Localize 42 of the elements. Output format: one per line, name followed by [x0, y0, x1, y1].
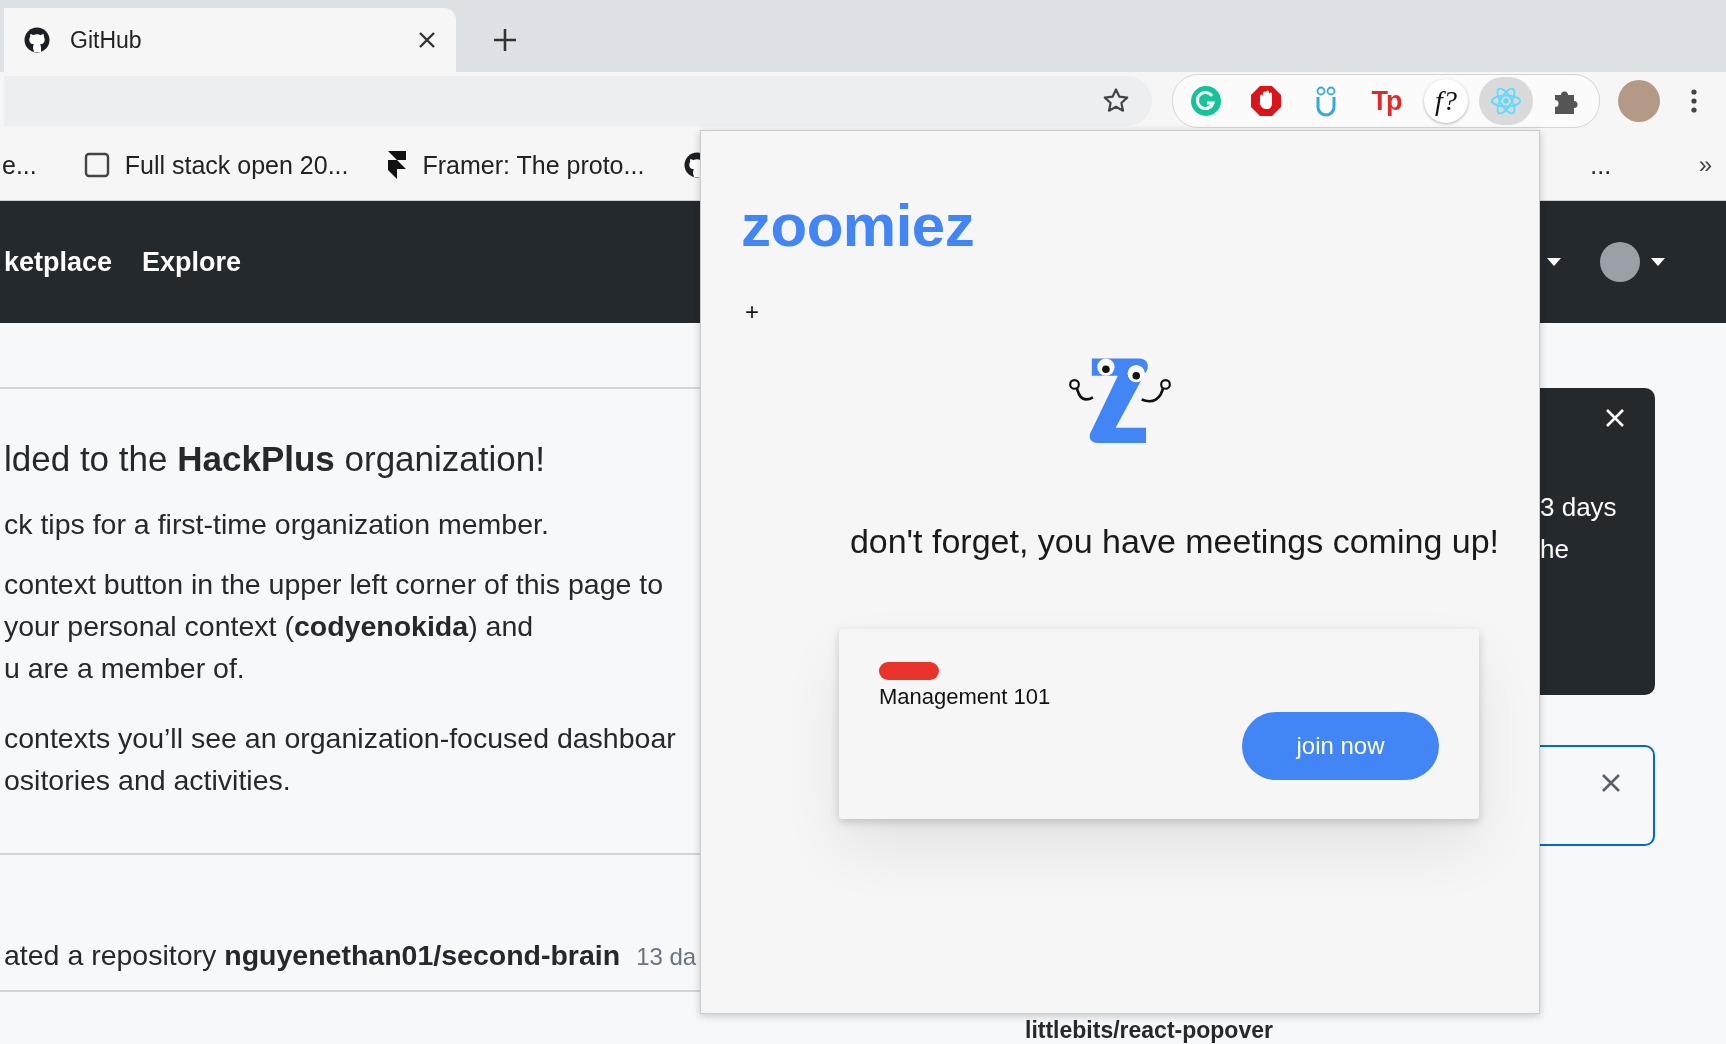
- more-icon[interactable]: [1690, 88, 1698, 114]
- atom-icon: [1490, 85, 1522, 117]
- card-text: 3 days: [1540, 491, 1618, 524]
- timestamp: 13 da: [636, 943, 697, 971]
- bookmark-link[interactable]: Framer: The proto...: [422, 150, 645, 180]
- stop-hand-icon: [1250, 85, 1282, 117]
- paragraph-text: u are a member of.: [4, 651, 245, 686]
- bookmark-link[interactable]: ...: [1590, 150, 1612, 180]
- page-icon[interactable]: [82, 151, 111, 179]
- extension-label: Tp: [1371, 85, 1401, 117]
- welcome-heading: lded to the HackPlus organization!: [4, 439, 545, 479]
- reminder-message: don't forget, you have meetings coming up!: [848, 522, 1499, 561]
- extension-button[interactable]: Tp: [1359, 77, 1413, 125]
- star-icon[interactable]: [1102, 87, 1130, 115]
- close-icon[interactable]: [418, 31, 436, 49]
- grammarly-icon: [1190, 85, 1222, 117]
- app-logo-text: zoomiez: [741, 191, 976, 260]
- paragraph-text: context button in the upper left corner of this page to: [4, 567, 664, 602]
- framer-icon[interactable]: [386, 150, 409, 180]
- caret-icon[interactable]: [1650, 257, 1666, 267]
- join-button[interactable]: join now: [1242, 712, 1439, 780]
- meeting-name: Management 101: [879, 684, 1051, 710]
- github-icon: [24, 27, 50, 53]
- paragraph-text: ositories and activities.: [4, 763, 291, 798]
- close-icon[interactable]: [1601, 773, 1621, 793]
- bookmarks-overflow-button[interactable]: »: [1698, 151, 1712, 179]
- paragraph-text: contexts you’ll see an organization-focused dashboar: [4, 721, 676, 756]
- browser-tab[interactable]: GitHub: [4, 8, 456, 72]
- nav-link[interactable]: Explore: [142, 246, 242, 278]
- repository-link[interactable]: littlebits/react-popover: [1025, 1017, 1350, 1044]
- activity-text: ated a repository nguyenethan01/second-brain: [4, 939, 621, 972]
- new-tab-icon[interactable]: [492, 27, 518, 53]
- nav-link[interactable]: ketplace: [4, 246, 113, 278]
- card-text: he: [1540, 533, 1570, 566]
- owl-icon: [1314, 85, 1338, 117]
- paragraph-text: your personal context (codyenokida) and: [4, 609, 534, 644]
- paragraph-text: ck tips for a first-time organization member.: [4, 507, 549, 542]
- caret-icon[interactable]: [1546, 257, 1562, 267]
- bookmark-link[interactable]: Full stack open 20...: [124, 150, 349, 180]
- bookmark-link[interactable]: e...: [2, 150, 37, 180]
- user-avatar[interactable]: [1600, 242, 1640, 282]
- add-button[interactable]: +: [741, 298, 763, 326]
